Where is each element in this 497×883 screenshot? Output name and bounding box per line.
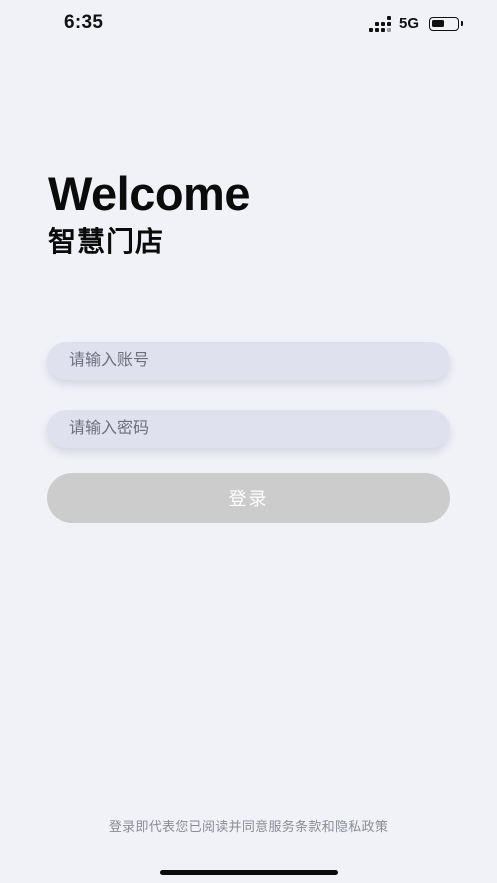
login-button[interactable]: 登录 [47,473,450,523]
welcome-title: Welcome [48,167,251,220]
network-label: 5G [398,15,419,32]
home-indicator[interactable] [160,870,338,875]
account-input[interactable] [47,342,450,380]
battery-level [432,19,444,27]
status-bar: 6:35 5G [0,0,497,50]
app-name: 智慧门店 [48,226,165,257]
signal-icon [368,15,391,32]
password-input[interactable] [47,410,450,448]
status-icons: 5G [368,15,463,32]
agreement-text: 登录即代表您已阅读并同意服务条款和隐私政策 [108,819,389,834]
status-time: 6:35 [64,12,104,33]
battery-icon [429,16,463,31]
